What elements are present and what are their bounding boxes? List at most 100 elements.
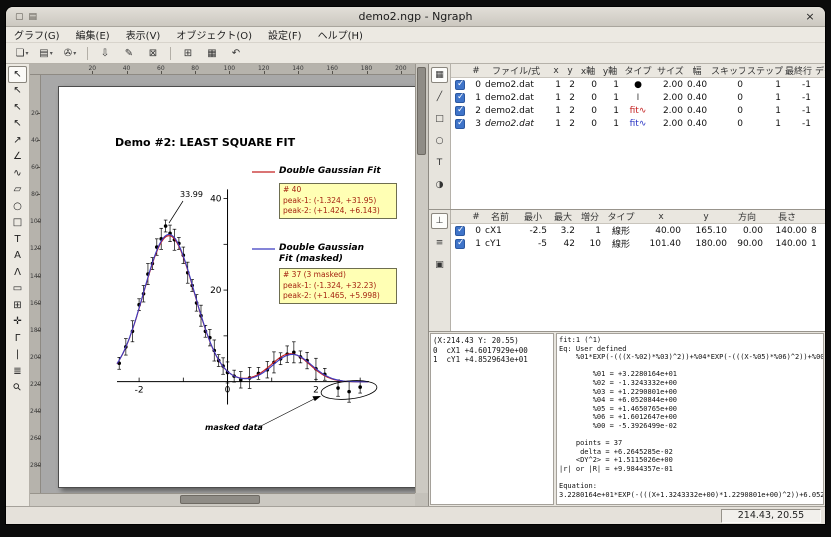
console-line: Eq: User defined: [559, 345, 821, 354]
column-header: 方向: [729, 210, 765, 223]
row-checkbox[interactable]: [455, 239, 465, 249]
tool-palette: ↖↖↖↖↗∠∿▱○□TAΛ▭⊞✛Γ|≣⚲: [6, 64, 30, 506]
line-list-tab[interactable]: ╱: [431, 89, 448, 105]
legend-pointer-tool[interactable]: ↖: [8, 83, 27, 100]
axis-scale-clear-button[interactable]: ⇩: [94, 45, 116, 62]
table-cell: 42: [549, 239, 577, 249]
data-pointer-tool[interactable]: ↖: [8, 116, 27, 133]
console-line: %04 = +6.0520844e+00: [559, 396, 821, 405]
new-graph-button[interactable]: ❏▾: [11, 45, 33, 62]
table-cell: 0: [577, 106, 599, 116]
frame-graph-tool[interactable]: ▭: [8, 281, 27, 298]
section-graph-tool[interactable]: ⊞: [8, 297, 27, 314]
data-list-tab[interactable]: ▦: [431, 67, 448, 83]
canvas-area[interactable]: 20406080100120140160180200 2040608010012…: [30, 64, 428, 506]
close-button[interactable]: ×: [803, 10, 817, 24]
axis-icon: |: [16, 349, 19, 360]
vertical-scroll-thumb[interactable]: [417, 67, 426, 155]
legend-list-tab[interactable]: ≡: [431, 235, 448, 251]
mark-tool[interactable]: A: [8, 248, 27, 265]
data-pointer-icon: ↖: [13, 118, 21, 129]
row-checkbox[interactable]: [455, 226, 465, 236]
menu-settings[interactable]: 設定(F): [260, 27, 310, 42]
file-table-row[interactable]: 2demo2.dat1201fit∿2.000.4001-1: [451, 104, 825, 117]
axis-tool[interactable]: |: [8, 347, 27, 364]
arc-tool[interactable]: ○: [8, 198, 27, 215]
main-area: ↖↖↖↖↗∠∿▱○□TAΛ▭⊞✛Γ|≣⚲ 2040608010012014016…: [6, 64, 825, 506]
statusbar: 214.43, 20.55: [6, 506, 825, 524]
table-cell: 0.40: [685, 106, 709, 116]
undo-button[interactable]: ↶: [225, 45, 247, 62]
console-line: %02 = -1.3243332e+00: [559, 379, 821, 388]
row-checkbox[interactable]: [455, 80, 465, 90]
mark-list-tool[interactable]: ≣: [8, 363, 27, 380]
export-tab[interactable]: ▣: [431, 257, 448, 273]
table-cell: 3.2: [549, 226, 577, 236]
single-axis-icon: Γ: [15, 333, 21, 344]
horizontal-ruler: 20406080100120140160180200: [30, 64, 415, 75]
column-header: x: [639, 212, 683, 222]
arc-icon: ○: [13, 201, 22, 212]
table-cell: 1: [745, 106, 783, 116]
file-table-row[interactable]: 0demo2.dat1201●2.000.4001-1: [451, 78, 825, 91]
horizontal-scroll-thumb[interactable]: [180, 495, 260, 504]
text-list-tab[interactable]: T: [431, 155, 448, 171]
arc-list-tab[interactable]: ○: [431, 133, 448, 149]
rectangle-list-tab[interactable]: □: [431, 111, 448, 127]
canvas-vertical-scrollbar[interactable]: [415, 64, 428, 493]
table-cell: 90.00: [729, 239, 765, 249]
open-graph-icon: ▤: [39, 48, 48, 59]
fit-result-console[interactable]: fit:1 (^1)Eq: User defined %01*EXP(-(((X…: [556, 333, 824, 505]
zoom-tool[interactable]: ⚲: [8, 380, 27, 397]
evaluate-tool[interactable]: ↗: [8, 132, 27, 149]
row-checkbox[interactable]: [455, 106, 465, 116]
row-checkbox[interactable]: [455, 93, 465, 103]
draw-button[interactable]: ✎: [118, 45, 140, 62]
window-menu-icon[interactable]: ▢: [15, 12, 24, 22]
merge-list-tab[interactable]: ◑: [431, 177, 448, 193]
cross-graph-tool[interactable]: ✛: [8, 314, 27, 331]
table-cell: 2: [469, 106, 483, 116]
line-tool[interactable]: ∠: [8, 149, 27, 166]
table-cell: 1: [599, 80, 621, 90]
menu-help[interactable]: ヘルプ(H): [310, 27, 371, 42]
section-graph-icon: ⊞: [13, 300, 21, 311]
menu-view[interactable]: 表示(V): [118, 27, 169, 42]
table-cell: 0: [709, 80, 745, 90]
masked-data-label: masked data: [205, 423, 263, 432]
app-window: ▢ ▤ demo2.ngp - Ngraph × グラフ(G)編集(E)表示(V…: [6, 7, 825, 524]
viewer-button[interactable]: ⊞: [177, 45, 199, 62]
curve-tool[interactable]: ∿: [8, 165, 27, 182]
polygon-tool[interactable]: ▱: [8, 182, 27, 199]
table-cell: 0: [577, 119, 599, 129]
graph-page[interactable]: -2022040 Demo #2: LEAST SQUARE FIT Doubl…: [58, 86, 418, 488]
titlebar[interactable]: ▢ ▤ demo2.ngp - Ngraph ×: [6, 7, 825, 27]
file-table-row[interactable]: 1demo2.dat1201Ⅰ2.000.4001-1: [451, 91, 825, 104]
gauss-tool[interactable]: Λ: [8, 264, 27, 281]
single-axis-tool[interactable]: Γ: [8, 330, 27, 347]
pointer-tool[interactable]: ↖: [8, 66, 27, 83]
coordinate-console[interactable]: (X:214.43 Y: 20.55)0 cX1 +4.6017929e+001…: [430, 333, 554, 505]
column-header: タイプ: [603, 210, 639, 223]
file-table-row[interactable]: 3demo2.dat1201fit∿2.000.4001-1: [451, 117, 825, 130]
axis-list-tab[interactable]: ⊥: [431, 213, 448, 229]
open-graph-button[interactable]: ▤▾: [35, 45, 57, 62]
axis-pointer-tool[interactable]: ↖: [8, 99, 27, 116]
column-header: x: [549, 66, 563, 76]
toolbar-separator: [87, 47, 88, 60]
canvas-horizontal-scrollbar[interactable]: [30, 493, 415, 506]
axis-table-row[interactable]: 0cX1-2.53.21線形40.00165.100.00140.008: [451, 224, 825, 237]
save-graph-button[interactable]: ✇▾: [59, 45, 81, 62]
axis-table: #名前最小最大増分タイプxy方向長さ0cX1-2.53.21線形40.00165…: [451, 210, 825, 331]
clear-button[interactable]: ⊠: [142, 45, 164, 62]
menu-graph[interactable]: グラフ(G): [6, 27, 68, 42]
math-button[interactable]: ▦: [201, 45, 223, 62]
dropdown-arrow-icon: ▾: [50, 50, 53, 57]
rectangle-tool[interactable]: □: [8, 215, 27, 232]
row-checkbox[interactable]: [455, 119, 465, 129]
table-cell: cX1: [483, 226, 517, 236]
menu-object[interactable]: オブジェクト(O): [168, 27, 260, 42]
text-tool[interactable]: T: [8, 231, 27, 248]
axis-table-row[interactable]: 1cY1-54210線形101.40180.0090.00140.001: [451, 237, 825, 250]
menu-edit[interactable]: 編集(E): [68, 27, 118, 42]
